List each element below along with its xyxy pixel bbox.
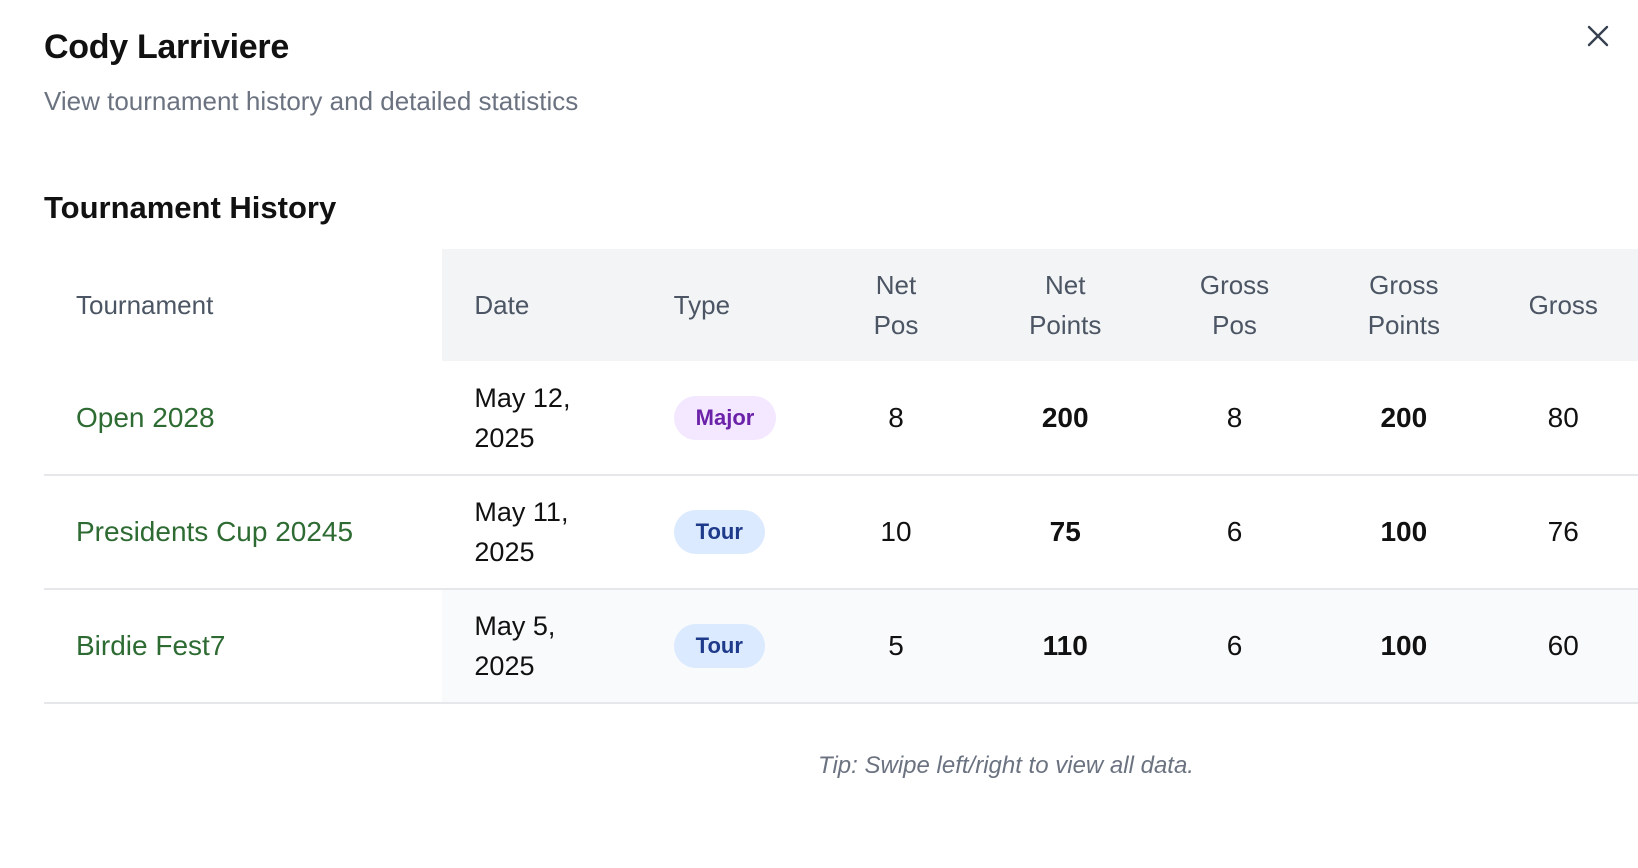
type-cell: Tour (641, 589, 812, 703)
net-points-cell: 200 (1041, 401, 1089, 433)
date-line1: May 5, (474, 611, 556, 641)
column-header-net-pos[interactable]: Net Pos (811, 249, 981, 361)
type-cell: Tour (642, 475, 812, 589)
net-pos-cell: 5 (811, 589, 981, 703)
gross-cell: 80 (1547, 401, 1579, 433)
column-header-net-points-line1: Net (1044, 270, 1086, 300)
gross-points-cell: 100 (1380, 516, 1428, 547)
tournament-history-heading: Tournament History (44, 190, 337, 225)
close-button[interactable] (1578, 16, 1618, 56)
net-pos-cell: 8 (888, 401, 904, 433)
column-header-tournament[interactable]: Tournament (44, 249, 443, 361)
column-header-gross-points-line1: Gross (1369, 270, 1439, 300)
date-line1: May 12, (474, 382, 571, 413)
net-points-cell: 110 (980, 589, 1150, 703)
table-row: Open 2028 May 12, 2025 Major 8 200 8 200 … (44, 361, 1638, 475)
net-points-cell: 75 (1049, 516, 1081, 547)
type-cell: Major (642, 361, 812, 475)
column-header-gross-pos-line1: Gross (1199, 270, 1270, 300)
type-badge-tour: Tour (673, 510, 765, 554)
column-header-gross-pos-line2: Pos (1212, 310, 1257, 340)
date-line2: 2025 (474, 651, 535, 681)
date-cell: May 12, 2025 (442, 361, 641, 475)
column-header-gross-pos[interactable]: Gross Pos (1149, 249, 1320, 361)
player-details-dialog: Cody Larriviere View tournament history … (0, 0, 1638, 868)
tournament-link[interactable]: Birdie Fest7 (44, 589, 443, 703)
gross-pos-cell: 6 (1226, 516, 1243, 547)
column-header-net-points[interactable]: Net Points (980, 249, 1150, 361)
tournament-history-table: Tournament Date Type Net Pos Net Points Gr… (44, 249, 1638, 704)
type-badge-major: Major (673, 395, 777, 440)
gross-points-cell: 200 (1380, 401, 1428, 433)
gross-points-cell: 100 (1319, 589, 1489, 703)
column-header-gross-points[interactable]: Gross Points (1319, 249, 1489, 361)
tournament-history-table-scroll[interactable]: Tournament Date Type Net Pos Net Points Gr… (44, 249, 1638, 704)
table-header-row: Tournament Date Type Net Pos Net Points Gr… (44, 249, 1638, 361)
column-header-type[interactable]: Type (641, 249, 812, 361)
column-header-net-pos-line2: Pos (873, 310, 919, 340)
gross-cell: 76 (1547, 516, 1579, 547)
column-header-net-points-line2: Points (1029, 310, 1102, 340)
column-header-date[interactable]: Date (442, 249, 642, 361)
swipe-tip: Tip: Swipe left/right to view all data. (818, 752, 1194, 779)
close-icon (1587, 25, 1609, 47)
gross-pos-cell: 6 (1149, 589, 1320, 703)
gross-cell: 60 (1488, 589, 1638, 703)
date-line2: 2025 (474, 537, 535, 567)
date-cell: May 5, 2025 (442, 589, 642, 703)
date-line1: May 11, (474, 497, 569, 527)
column-header-gross[interactable]: Gross (1488, 249, 1638, 361)
dialog-subtitle: View tournament history and detailed sta… (44, 86, 579, 116)
net-pos-cell: 10 (880, 516, 912, 547)
column-header-gross-points-line2: Points (1367, 310, 1440, 340)
column-header-net-pos-line1: Net (875, 270, 917, 300)
gross-pos-cell: 8 (1226, 401, 1243, 433)
type-badge-tour: Tour (673, 624, 765, 668)
tournament-link[interactable]: Presidents Cup 20245 (44, 475, 442, 589)
table-row: Birdie Fest7 May 5, 2025 Tour 5 110 6 100… (44, 589, 1638, 703)
tournament-link[interactable]: Open 2028 (44, 361, 442, 475)
table-row: Presidents Cup 20245 May 11, 2025 Tour 10… (44, 475, 1638, 589)
date-line2: 2025 (474, 422, 535, 453)
player-name-title: Cody Larriviere (44, 28, 289, 66)
date-cell: May 11, 2025 (442, 475, 641, 589)
